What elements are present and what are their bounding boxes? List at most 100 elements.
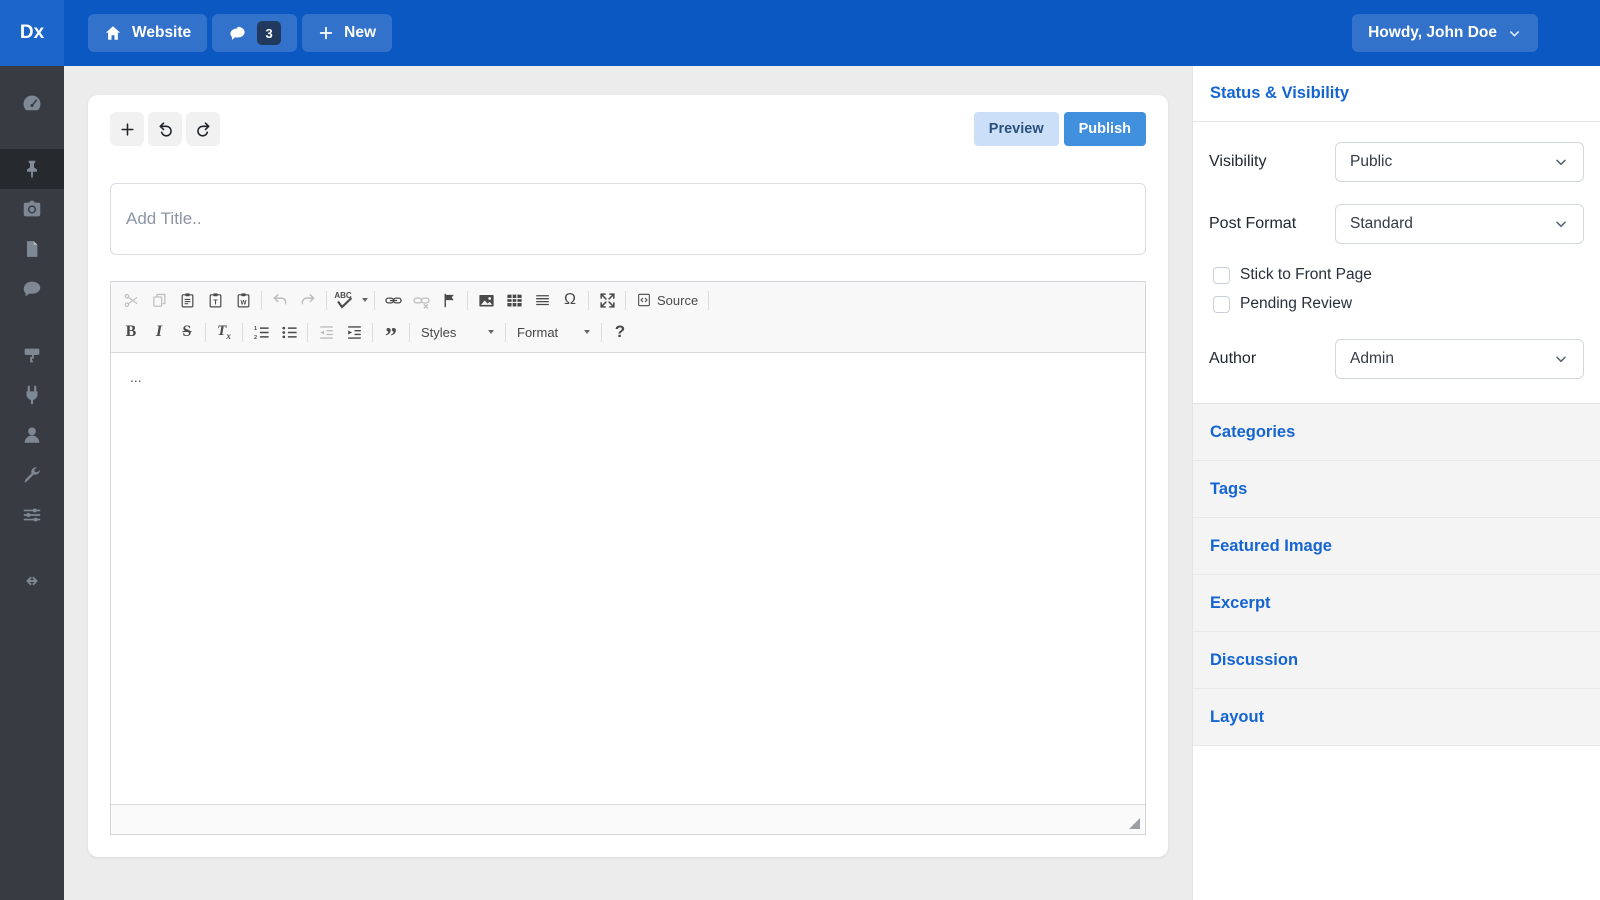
sidebar-item-plugins[interactable] bbox=[0, 375, 64, 415]
dropdown-caret-icon bbox=[488, 330, 494, 334]
comment-icon bbox=[21, 278, 43, 300]
post-title-input[interactable] bbox=[111, 184, 1145, 254]
editor-body[interactable]: ... bbox=[111, 353, 1145, 804]
visibility-select[interactable]: Public bbox=[1335, 142, 1584, 182]
insert-table-button[interactable] bbox=[500, 287, 528, 313]
chevron-down-icon bbox=[1507, 26, 1522, 41]
question-icon: ? bbox=[615, 322, 625, 342]
anchor-button[interactable] bbox=[435, 287, 463, 313]
status-visibility-section-header[interactable]: Status & Visibility bbox=[1193, 66, 1600, 122]
undo-button[interactable] bbox=[148, 112, 182, 146]
add-block-button[interactable] bbox=[110, 112, 144, 146]
toolbar-row-1: T W ABC bbox=[117, 284, 1139, 316]
sidebar-item-posts[interactable] bbox=[0, 149, 64, 189]
numbered-list-button[interactable]: 12 bbox=[247, 319, 275, 345]
author-select[interactable]: Admin bbox=[1335, 339, 1584, 379]
publish-button[interactable]: Publish bbox=[1064, 112, 1146, 146]
user-icon bbox=[21, 424, 43, 446]
toolbar-redo-button[interactable] bbox=[294, 287, 322, 313]
copy-button[interactable] bbox=[145, 287, 173, 313]
paste-button[interactable] bbox=[173, 287, 201, 313]
pending-review-label: Pending Review bbox=[1240, 295, 1352, 313]
remove-format-button[interactable]: Tx bbox=[210, 319, 238, 345]
italic-button[interactable]: I bbox=[145, 319, 173, 345]
indent-button[interactable] bbox=[340, 319, 368, 345]
chevron-down-icon bbox=[1553, 216, 1569, 232]
toolbar-separator bbox=[326, 291, 327, 310]
horizontal-rule-icon bbox=[533, 291, 552, 310]
comments-button[interactable]: 3 bbox=[212, 14, 297, 52]
sidebar-item-pages[interactable] bbox=[0, 229, 64, 269]
new-button[interactable]: New bbox=[302, 14, 392, 52]
blockquote-button[interactable]: ” bbox=[377, 319, 405, 345]
outdent-icon bbox=[317, 323, 336, 342]
user-menu-button[interactable]: Howdy, John Doe bbox=[1352, 14, 1538, 52]
editor-statusbar bbox=[111, 804, 1145, 834]
paste-from-word-button[interactable]: W bbox=[229, 287, 257, 313]
format-dropdown[interactable]: Format bbox=[510, 319, 597, 345]
link-button[interactable] bbox=[379, 287, 407, 313]
bold-button[interactable]: B bbox=[117, 319, 145, 345]
stick-front-page-label: Stick to Front Page bbox=[1240, 266, 1372, 284]
horizontal-line-button[interactable] bbox=[528, 287, 556, 313]
topbar-left-group: Website 3 New bbox=[88, 14, 392, 52]
clipboard-icon bbox=[179, 292, 196, 309]
sidebar-item-tools[interactable] bbox=[0, 455, 64, 495]
section-categories[interactable]: Categories bbox=[1193, 404, 1600, 461]
toolbar-undo-button[interactable] bbox=[266, 287, 294, 313]
sidebar-item-appearance[interactable] bbox=[0, 335, 64, 375]
special-char-button[interactable]: Ω bbox=[556, 287, 584, 313]
editor-header: Preview Publish bbox=[110, 112, 1146, 146]
sidebar-item-comments[interactable] bbox=[0, 269, 64, 309]
unlink-button[interactable] bbox=[407, 287, 435, 313]
paste-as-text-button[interactable]: T bbox=[201, 287, 229, 313]
sidebar-item-dashboard[interactable] bbox=[0, 83, 64, 123]
editor-body-text: ... bbox=[130, 369, 142, 385]
sidebar-item-users[interactable] bbox=[0, 415, 64, 455]
toolbar-separator bbox=[372, 323, 373, 342]
toolbar-separator bbox=[708, 291, 709, 310]
preview-button[interactable]: Preview bbox=[974, 112, 1059, 146]
section-layout[interactable]: Layout bbox=[1193, 689, 1600, 746]
insert-image-button[interactable] bbox=[472, 287, 500, 313]
toolbar-separator bbox=[409, 323, 410, 342]
plus-icon bbox=[318, 25, 334, 41]
bold-icon: B bbox=[126, 323, 137, 341]
table-icon bbox=[505, 291, 524, 310]
website-button[interactable]: Website bbox=[88, 14, 207, 52]
help-button[interactable]: ? bbox=[606, 319, 634, 345]
panel-sections: Categories Tags Featured Image Excerpt D… bbox=[1193, 403, 1600, 746]
section-label: Excerpt bbox=[1210, 594, 1271, 613]
status-visibility-body: Visibility Public Post Format Standard S… bbox=[1193, 122, 1600, 403]
section-tags[interactable]: Tags bbox=[1193, 461, 1600, 518]
bulleted-list-button[interactable] bbox=[275, 319, 303, 345]
sidebar-item-media[interactable] bbox=[0, 189, 64, 229]
spellcheck-button[interactable]: ABC bbox=[331, 287, 370, 313]
resize-handle[interactable] bbox=[1129, 818, 1140, 829]
section-excerpt[interactable]: Excerpt bbox=[1193, 575, 1600, 632]
cut-button[interactable] bbox=[117, 287, 145, 313]
editor-toolbar: T W ABC bbox=[111, 282, 1145, 353]
pending-review-checkbox[interactable] bbox=[1213, 296, 1230, 313]
post-format-select-value: Standard bbox=[1350, 215, 1413, 233]
dropdown-caret-icon bbox=[584, 330, 590, 334]
section-discussion[interactable]: Discussion bbox=[1193, 632, 1600, 689]
section-label: Discussion bbox=[1210, 651, 1298, 670]
source-button[interactable]: Source bbox=[630, 287, 704, 313]
sidebar-item-settings[interactable] bbox=[0, 495, 64, 535]
outdent-button[interactable] bbox=[312, 319, 340, 345]
italic-icon: I bbox=[156, 323, 162, 341]
maximize-button[interactable] bbox=[593, 287, 621, 313]
toolbar-separator bbox=[242, 323, 243, 342]
wrench-icon bbox=[21, 464, 43, 486]
stick-front-page-checkbox[interactable] bbox=[1213, 267, 1230, 284]
section-featured-image[interactable]: Featured Image bbox=[1193, 518, 1600, 575]
toolbar-row-2: B I S Tx 12 bbox=[117, 316, 1139, 348]
source-button-label: Source bbox=[657, 293, 698, 308]
styles-dropdown[interactable]: Styles bbox=[414, 319, 501, 345]
strikethrough-button[interactable]: S bbox=[173, 319, 201, 345]
redo-button[interactable] bbox=[186, 112, 220, 146]
spellcheck-icon: ABC bbox=[333, 290, 357, 310]
post-format-select[interactable]: Standard bbox=[1335, 204, 1584, 244]
sidebar-collapse-toggle[interactable] bbox=[0, 561, 64, 601]
